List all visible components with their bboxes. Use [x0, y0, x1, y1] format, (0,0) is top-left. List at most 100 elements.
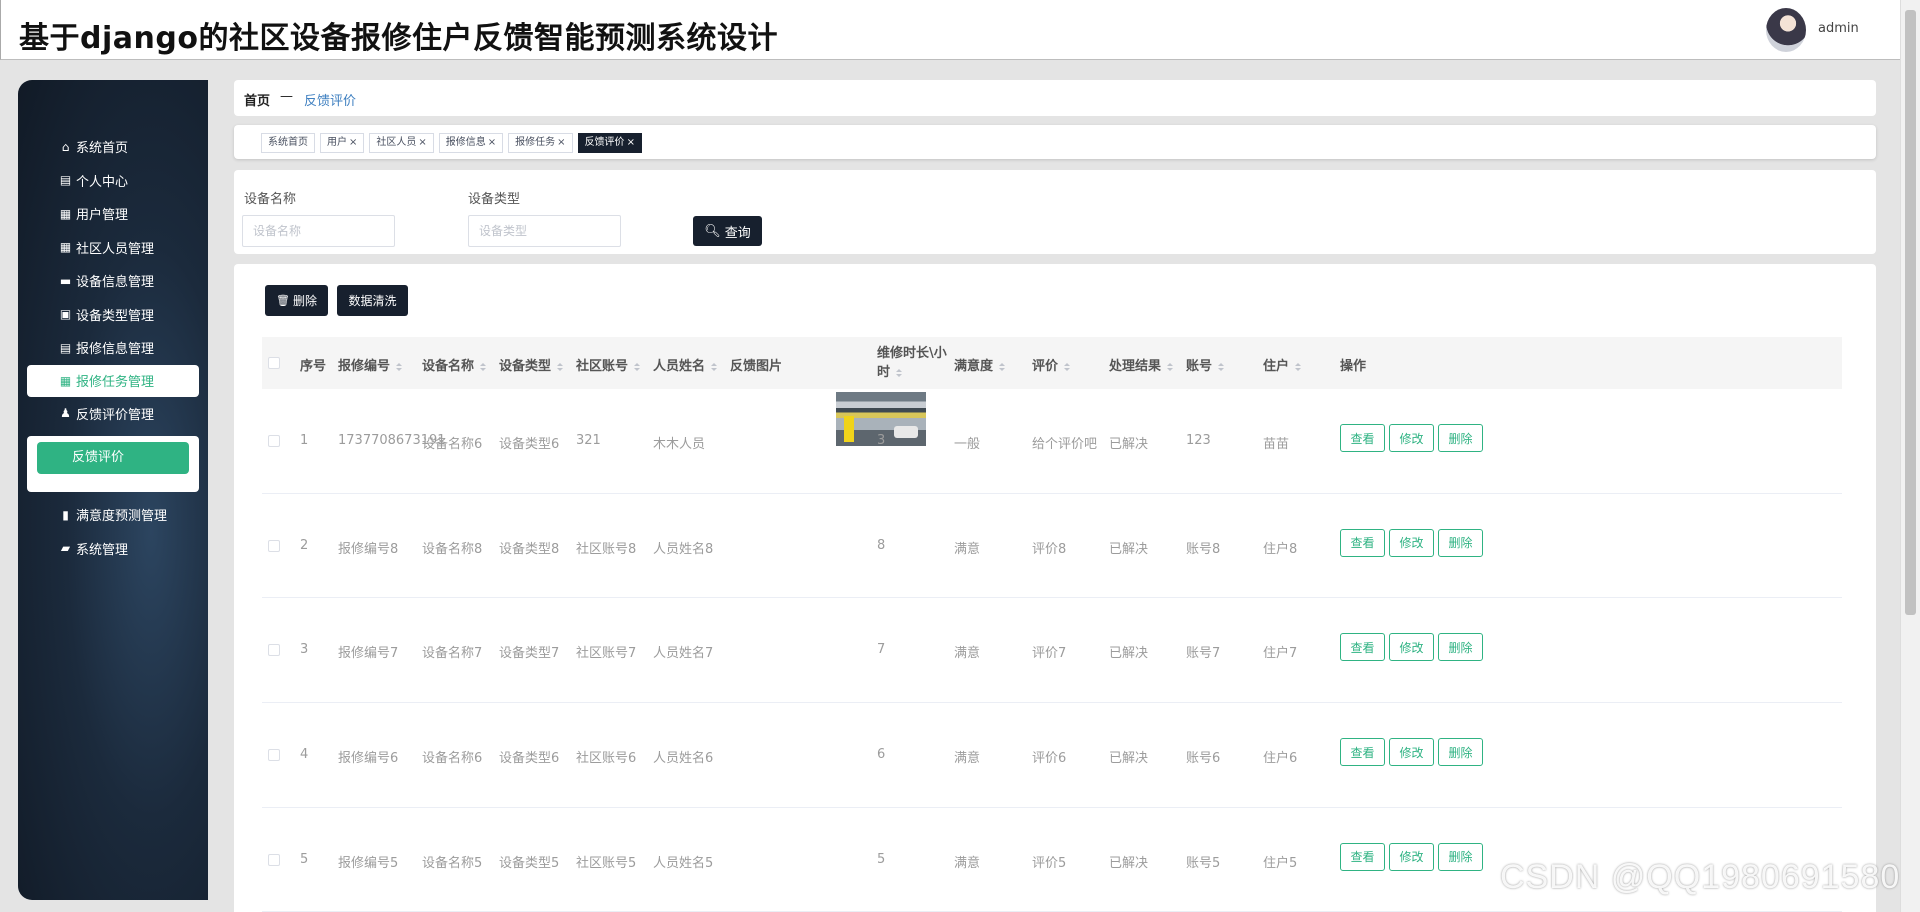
edit-button[interactable]: 修改	[1389, 633, 1434, 662]
column-header[interactable]: 处理结果	[1109, 355, 1173, 374]
sidebar-item[interactable]: ▦ 社区人员管理	[18, 231, 208, 265]
tab-tag-label: 反馈评价	[584, 137, 625, 148]
sort-icon[interactable]	[1167, 363, 1173, 371]
view-button[interactable]: 查看	[1340, 842, 1385, 871]
home-icon: ⌂	[61, 139, 70, 154]
select-all-checkbox[interactable]	[268, 357, 280, 369]
view-button[interactable]: 查看	[1340, 528, 1385, 557]
cell-satisfaction: 满意	[954, 646, 981, 662]
column-header[interactable]: 设备类型	[499, 355, 563, 374]
column-header[interactable]: 账号	[1186, 355, 1224, 374]
row-checkbox[interactable]	[268, 539, 280, 552]
cell-index: 2	[300, 537, 309, 553]
username[interactable]: admin	[1818, 21, 1859, 36]
cell-device-name: 设备名称5	[422, 855, 483, 871]
column-header[interactable]: 满意度	[954, 355, 1005, 374]
sidebar-item[interactable]: ▤ 报修信息管理	[18, 331, 208, 365]
tab-tag[interactable]: 系统首页	[261, 133, 315, 153]
main-content: 🗑︎ 删除 数据清洗 序号 报修编号 设备名称 设备类型 社区账号 人员姓名 反馈图片 维修时…	[234, 264, 1876, 912]
column-header-label: 序号	[300, 359, 327, 374]
device-type-input[interactable]	[468, 215, 621, 247]
edit-button[interactable]: 修改	[1389, 424, 1434, 452]
tab-tag[interactable]: 反馈评价 ×	[577, 133, 642, 153]
delete-button[interactable]: 删除	[1438, 424, 1483, 452]
column-header[interactable]: 评价	[1032, 355, 1070, 374]
column-header[interactable]: 设备名称	[422, 355, 486, 374]
sort-icon[interactable]	[557, 363, 563, 371]
sidebar-item-label: 个人中心	[76, 174, 129, 190]
sort-icon[interactable]	[999, 363, 1005, 371]
sidebar-item[interactable]: ⌂ 系统首页	[18, 130, 208, 164]
close-icon[interactable]: ×	[627, 137, 635, 148]
column-header[interactable]: 社区账号	[576, 355, 640, 374]
clipboard-icon: ▣	[59, 307, 72, 322]
cell-device-type: 设备类型8	[499, 541, 560, 557]
row-checkbox[interactable]	[268, 644, 280, 657]
cell-device-type: 设备类型6	[499, 437, 560, 452]
tab-tag[interactable]: 用户 ×	[320, 133, 365, 153]
batch-delete-button[interactable]: 🗑︎ 删除	[265, 285, 328, 316]
delete-button[interactable]: 删除	[1438, 528, 1483, 557]
sidebar-item[interactable]: ▦ 用户管理	[18, 197, 208, 231]
sidebar-item[interactable]: ▮ 满意度预测管理	[18, 498, 208, 532]
view-button[interactable]: 查看	[1340, 424, 1385, 452]
avatar[interactable]	[1766, 8, 1806, 52]
row-checkbox[interactable]	[268, 853, 280, 866]
cell-result: 已解决	[1109, 541, 1149, 557]
delete-button[interactable]: 删除	[1438, 738, 1483, 767]
column-header[interactable]: 维修时长\小时	[877, 344, 952, 382]
column-header[interactable]: 住户	[1263, 355, 1301, 374]
close-icon[interactable]: ×	[488, 137, 496, 148]
breadcrumb-home[interactable]: 首页	[244, 90, 270, 109]
sort-icon[interactable]	[480, 363, 486, 371]
row-checkbox[interactable]	[268, 749, 280, 762]
sort-icon[interactable]	[1064, 363, 1070, 371]
user-menu[interactable]: admin	[1760, 8, 1900, 52]
device-name-input[interactable]	[242, 215, 395, 247]
edit-button[interactable]: 修改	[1389, 528, 1434, 557]
page-scrollbar[interactable]	[1900, 0, 1920, 912]
close-icon[interactable]: ×	[349, 137, 357, 148]
column-header[interactable]: 报修编号	[338, 355, 402, 374]
row-checkbox[interactable]	[268, 435, 280, 447]
delete-button[interactable]: 删除	[1438, 842, 1483, 871]
column-header-label: 评价	[1032, 359, 1059, 374]
briefcase-icon: ▬	[59, 273, 72, 288]
tab-tag-label: 系统首页	[268, 137, 308, 148]
sort-icon[interactable]	[711, 363, 717, 371]
tab-tag-label: 社区人员	[376, 137, 417, 148]
sidebar-item[interactable]: ♟ 反馈评价管理	[18, 397, 208, 431]
sort-icon[interactable]	[1218, 363, 1224, 371]
sidebar-item[interactable]: ▤ 个人中心	[18, 164, 208, 198]
sidebar-item[interactable]: ▦ 报修任务管理	[27, 364, 199, 397]
cell-satisfaction: 一般	[954, 437, 981, 452]
sidebar-subitem-feedback[interactable]: 反馈评价	[37, 442, 189, 474]
view-button[interactable]: 查看	[1340, 633, 1385, 662]
view-button[interactable]: 查看	[1340, 738, 1385, 767]
tags-list: 系统首页 用户 × 社区人员 × 报修信息 × 报修任务 × 反馈评价 ×	[261, 133, 647, 153]
cell-resident: 住户7	[1263, 646, 1298, 662]
data-clean-button[interactable]: 数据清洗	[337, 285, 408, 316]
cell-index: 3	[300, 642, 309, 658]
edit-button[interactable]: 修改	[1389, 738, 1434, 767]
sidebar-item[interactable]: ▬ 设备信息管理	[18, 264, 208, 298]
sort-icon[interactable]	[396, 363, 402, 371]
sidebar-item[interactable]: ▰ 系统管理	[18, 532, 208, 566]
sidebar-item-label: 社区人员管理	[76, 241, 155, 257]
tab-tag-label: 报修信息	[445, 137, 486, 148]
tab-tag[interactable]: 报修任务 ×	[508, 133, 573, 153]
edit-button[interactable]: 修改	[1389, 842, 1434, 871]
column-header[interactable]: 人员姓名	[653, 355, 717, 374]
tab-tag[interactable]: 社区人员 ×	[369, 133, 434, 153]
sort-icon[interactable]	[634, 363, 640, 371]
close-icon[interactable]: ×	[557, 137, 565, 148]
sidebar-item[interactable]: ▣ 设备类型管理	[18, 298, 208, 332]
scrollbar-thumb[interactable]	[1905, 10, 1916, 615]
sort-icon[interactable]	[1295, 363, 1301, 371]
cell-resident: 住户5	[1263, 855, 1298, 871]
close-icon[interactable]: ×	[418, 137, 426, 148]
delete-button[interactable]: 删除	[1438, 633, 1483, 662]
query-button[interactable]: 🔍︎ 查询	[693, 216, 762, 246]
sort-icon[interactable]	[896, 369, 902, 377]
tab-tag[interactable]: 报修信息 ×	[438, 133, 504, 153]
